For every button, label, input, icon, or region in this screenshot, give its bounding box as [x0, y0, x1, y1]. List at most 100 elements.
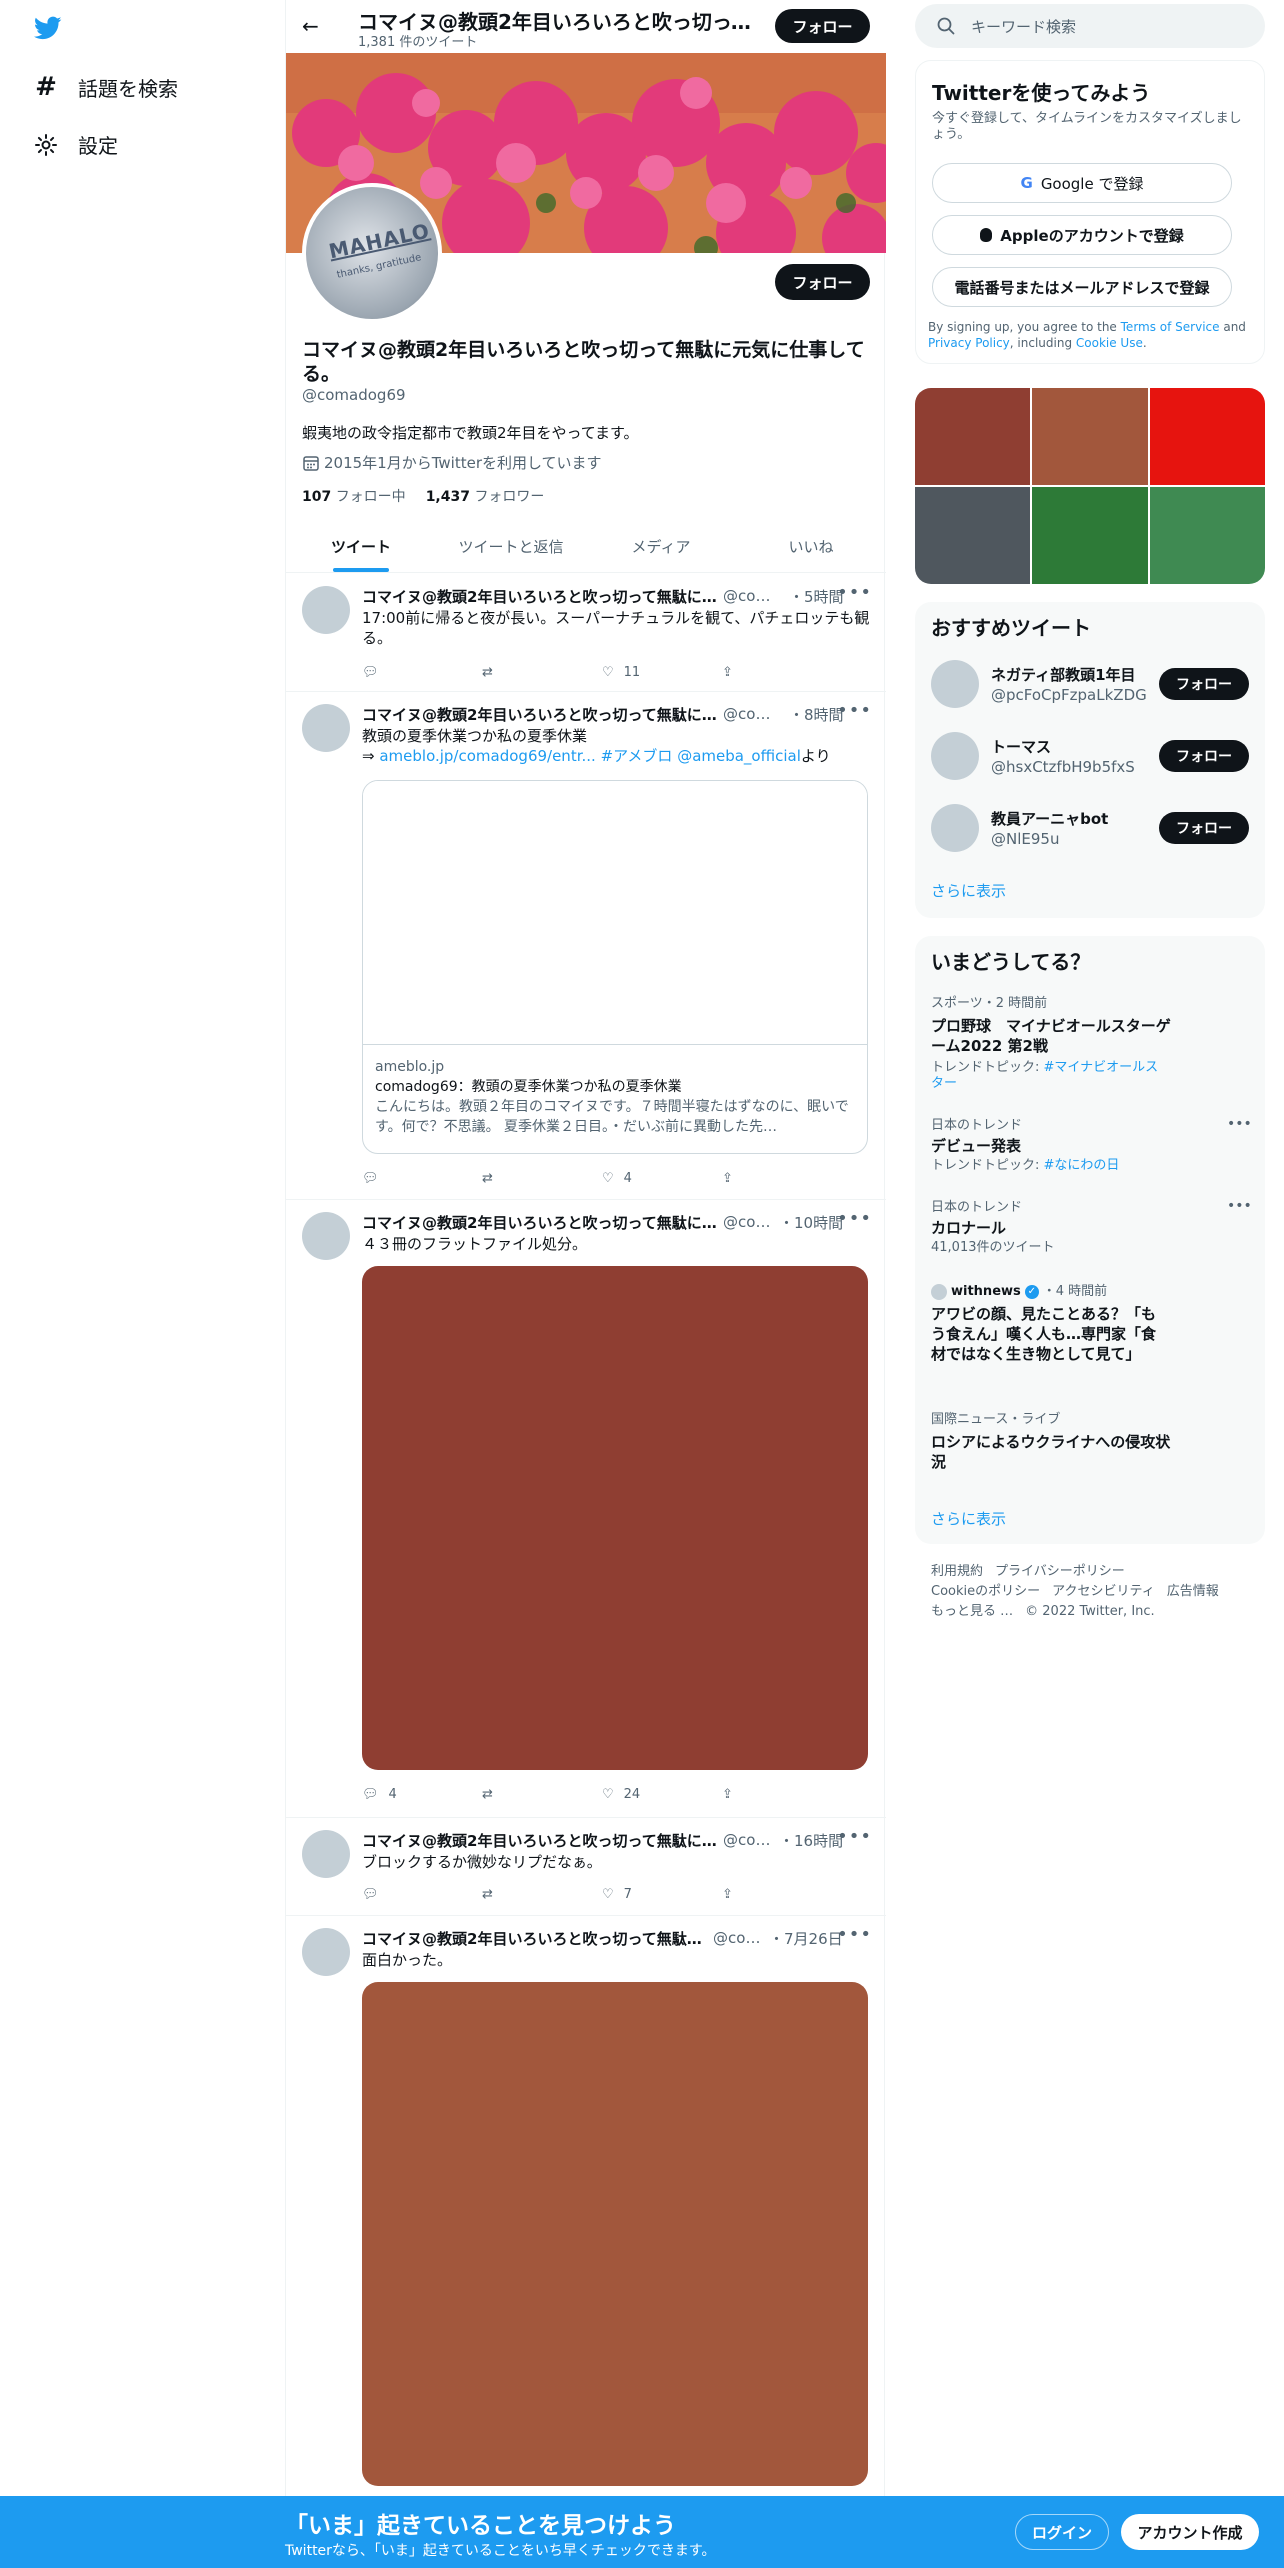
more-icon[interactable]: •••	[1227, 1198, 1252, 1214]
like-button[interactable]: ♡ 24	[602, 1784, 662, 1804]
follow-button[interactable]: フォロー	[1159, 668, 1249, 700]
login-button[interactable]: ログイン	[1015, 2514, 1109, 2550]
media-thumb[interactable]	[1149, 388, 1265, 485]
tweet-author-handle[interactable]: @comadog69	[713, 1929, 763, 1947]
tweet[interactable]: コマイヌ@教頭2年目いろいろと吹っ切って無駄に元気に仕事してる。 @comado…	[286, 574, 886, 692]
tweet-time[interactable]: ・7月26日	[769, 1928, 843, 1949]
share-button[interactable]: ⇪	[722, 1168, 782, 1188]
retweet-button[interactable]: ⇄	[482, 1784, 542, 1804]
like-button[interactable]: ♡ 7	[602, 1884, 662, 1904]
tweet[interactable]: コマイヌ@教頭2年目いろいろと吹っ切って無駄に元気に仕事してる。 @comado…	[286, 692, 886, 1200]
tweet-time[interactable]: ・8時間	[789, 704, 844, 725]
tweet-image[interactable]	[362, 1982, 868, 2486]
footer-link[interactable]: 広告情報	[1167, 1584, 1219, 1599]
tweet-author-name[interactable]: コマイヌ@教頭2年目いろいろと吹っ切って無駄に元気に仕事してる。	[362, 1830, 717, 1851]
cookie-use-link[interactable]: Cookie Use	[1076, 336, 1143, 350]
footer-link[interactable]: Cookieのポリシー	[931, 1584, 1040, 1599]
trends-more[interactable]: さらに表示	[931, 1508, 1006, 1529]
more-icon[interactable]: •••	[837, 1826, 872, 1847]
tweet-time[interactable]: ・10時間	[779, 1212, 843, 1233]
phone-signup-button[interactable]: 電話番号またはメールアドレスで登録	[932, 267, 1232, 307]
profile-follow-button[interactable]: フォロー	[775, 264, 870, 300]
tweet[interactable]: コマイヌ@教頭2年目いろいろと吹っ切って無駄に元気に仕事してる。 @comado…	[286, 1200, 886, 1818]
follow-button[interactable]: フォロー	[1159, 812, 1249, 844]
media-thumb[interactable]	[915, 487, 1031, 584]
tweet-author-handle[interactable]: @comadog69	[723, 1213, 773, 1231]
reply-button[interactable]: 💬︎	[362, 1168, 422, 1188]
like-button[interactable]: ♡ 4	[602, 1168, 662, 1188]
share-button[interactable]: ⇪	[722, 662, 782, 682]
tweet-author-handle[interactable]: @comadog69	[723, 1831, 773, 1849]
tweet-author-name[interactable]: コマイヌ@教頭2年目いろいろと吹っ切って無駄に元気に仕事してる。	[362, 1212, 717, 1233]
link-card[interactable]: ameblo.jp comadog69：教頭の夏季休業つか私の夏季休業 こんにち…	[362, 780, 868, 1154]
tab-likes[interactable]: いいね	[736, 520, 886, 572]
trend-hashtag-link[interactable]: #なにわの日	[1044, 1158, 1120, 1173]
footer-link[interactable]: アクセシビリティ	[1052, 1584, 1155, 1599]
header-follow-button[interactable]: フォロー	[775, 9, 870, 43]
trend-item[interactable]: 国際ニュース・ライブ ロシアによるウクライナへの侵攻状況	[931, 1412, 1231, 1472]
tweet-avatar[interactable]	[302, 704, 350, 752]
like-button[interactable]: ♡ 11	[602, 662, 662, 682]
profile-avatar[interactable]: MAHALO thanks, gratitude	[302, 183, 442, 323]
retweet-button[interactable]: ⇄	[482, 662, 542, 682]
tweet-author-handle[interactable]: @comadog69	[723, 705, 783, 723]
privacy-policy-link[interactable]: Privacy Policy	[928, 336, 1010, 350]
trend-item[interactable]: 日本のトレンド デビュー発表 トレンドトピック: #なにわの日	[931, 1118, 1231, 1174]
tweet[interactable]: コマイヌ@教頭2年目いろいろと吹っ切って無駄に元気に仕事してる。 @comado…	[286, 1818, 886, 1916]
tweet-author-name[interactable]: コマイヌ@教頭2年目いろいろと吹っ切って無駄に元気に仕事してる。	[362, 1928, 707, 1949]
trend-item[interactable]: withnews ✓ ・4 時間前 アワビの顔、見たことある？「もう食えん」嘆く…	[931, 1284, 1231, 1364]
tweet[interactable]: コマイヌ@教頭2年目いろいろと吹っ切って無駄に元気に仕事してる。 @comado…	[286, 1916, 886, 2500]
suggested-user[interactable]: 教員アーニャbot @NlE95u フォロー	[931, 802, 1249, 854]
tab-media[interactable]: メディア	[586, 520, 736, 572]
tweet-author-name[interactable]: コマイヌ@教頭2年目いろいろと吹っ切って無駄に元気に仕事してる。	[362, 704, 717, 725]
tweet-avatar[interactable]	[302, 1830, 350, 1878]
tab-tweets-replies[interactable]: ツイートと返信	[436, 520, 586, 572]
reply-button[interactable]: 💬︎ 4	[362, 1784, 422, 1804]
media-thumb[interactable]	[1149, 487, 1265, 584]
nav-settings[interactable]: 設定	[34, 130, 118, 159]
media-thumb[interactable]	[1032, 388, 1148, 485]
google-signup-button[interactable]: G Google で登録	[932, 163, 1232, 203]
retweet-button[interactable]: ⇄	[482, 1168, 542, 1188]
reply-button[interactable]: 💬︎	[362, 1884, 422, 1904]
nav-explore[interactable]: # 話題を検索	[34, 72, 178, 102]
terms-of-service-link[interactable]: Terms of Service	[1121, 320, 1220, 334]
tweet-avatar[interactable]	[302, 1928, 350, 1976]
share-button[interactable]: ⇪	[722, 1784, 782, 1804]
reply-button[interactable]: 💬︎	[362, 662, 422, 682]
search-box[interactable]: キーワード検索	[915, 4, 1265, 48]
followers-link[interactable]: 1,437 フォロワー	[426, 486, 545, 506]
media-thumb[interactable]	[1032, 487, 1148, 584]
more-icon[interactable]: •••	[1227, 1116, 1252, 1132]
more-icon[interactable]: •••	[837, 700, 872, 721]
tab-tweets[interactable]: ツイート	[286, 520, 436, 572]
tweet-link[interactable]: ameblo.jp/comadog69/entr...	[379, 747, 595, 765]
trend-item[interactable]: スポーツ・2 時間前 プロ野球 マイナビオールスターゲーム2022 第2戦 トレ…	[931, 996, 1231, 1092]
tweet-time[interactable]: ・5時間	[789, 586, 844, 607]
retweet-button[interactable]: ⇄	[482, 1884, 542, 1904]
following-link[interactable]: 107 フォロー中	[302, 486, 406, 506]
twitter-logo-icon[interactable]	[32, 14, 64, 42]
mention-link[interactable]: @ameba_official	[677, 747, 801, 765]
more-icon[interactable]: •••	[837, 1208, 872, 1229]
suggested-user[interactable]: ネガティ部教頭1年目 @pcFoCpFzpaLkZDG フォロー	[931, 658, 1249, 710]
more-icon[interactable]: •••	[837, 1924, 872, 1945]
suggested-user[interactable]: トーマス @hsxCtzfbH9b5fxS フォロー	[931, 730, 1249, 782]
hashtag-link[interactable]: #アメブロ	[601, 747, 673, 765]
tweet-time[interactable]: ・16時間	[779, 1830, 843, 1851]
tweet-avatar[interactable]	[302, 586, 350, 634]
tweet-avatar[interactable]	[302, 1212, 350, 1260]
apple-signup-button[interactable]: Appleのアカウントで登録	[932, 215, 1232, 255]
tweet-author-name[interactable]: コマイヌ@教頭2年目いろいろと吹っ切って無駄に元気に仕事してる。	[362, 586, 717, 607]
footer-link[interactable]: プライバシーポリシー	[995, 1564, 1125, 1579]
footer-link[interactable]: 利用規約	[931, 1564, 983, 1579]
create-account-button[interactable]: アカウント作成	[1121, 2514, 1259, 2550]
tweet-image[interactable]	[362, 1266, 868, 1770]
media-thumb[interactable]	[915, 388, 1031, 485]
footer-more-link[interactable]: もっと見る …	[931, 1604, 1013, 1619]
tweet-author-handle[interactable]: @comadog69	[723, 587, 783, 605]
trend-item[interactable]: 日本のトレンド カロナール 41,013件のツイート	[931, 1200, 1231, 1256]
share-button[interactable]: ⇪	[722, 1884, 782, 1904]
back-arrow-icon[interactable]: ←	[302, 14, 319, 38]
more-icon[interactable]: •••	[837, 582, 872, 603]
